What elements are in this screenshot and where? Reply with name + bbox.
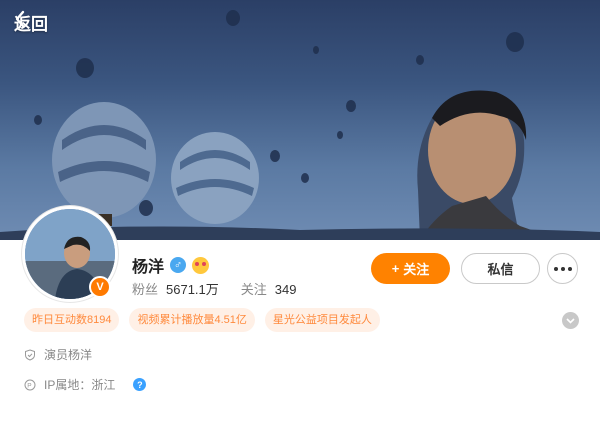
followers-value: 5671.1万 (166, 282, 219, 297)
user-name: 杨洋 (132, 259, 165, 276)
male-icon: ♂ (170, 257, 187, 273)
shield-icon (25, 348, 35, 361)
expand-button[interactable] (562, 312, 579, 329)
more-button[interactable] (547, 253, 578, 284)
tag-video-plays[interactable]: 视频累计播放量4.51亿 (129, 308, 255, 332)
profile-page: 返回 V 杨洋 ♂ 粉丝 5671.1万 关注 349 + 关注 私信 昨日互动数8… (0, 0, 600, 434)
help-icon[interactable]: ? (133, 378, 147, 391)
followers-label: 粉丝 (132, 282, 159, 297)
location-icon: P (24, 379, 36, 390)
plus-icon: + (391, 261, 400, 276)
balloon-sky-illustration (0, 10, 600, 240)
svg-text:P: P (27, 382, 31, 389)
chevron-left-icon (15, 10, 25, 28)
followers-stat[interactable]: 粉丝 5671.1万 (132, 279, 219, 298)
identity-text: 演员杨洋 (44, 348, 93, 362)
following-label: 关注 (240, 282, 267, 297)
more-icon (560, 266, 565, 271)
back-button[interactable]: 返回 (14, 10, 48, 35)
verified-badge: V (89, 276, 111, 298)
more-icon (567, 266, 572, 271)
name-row: 杨洋 ♂ (132, 253, 210, 277)
tag-list: 昨日互动数8194 视频累计播放量4.51亿 星光公益项目发起人 (24, 308, 380, 332)
following-stat[interactable]: 关注 349 (241, 279, 297, 298)
ip-location-row: P IP属地：浙江 ? (24, 376, 147, 393)
identity-row: 演员杨洋 (24, 346, 92, 363)
cover-photo: 返回 (0, 0, 600, 240)
more-icon (553, 266, 558, 271)
message-button[interactable]: 私信 (461, 253, 540, 284)
stats-row: 粉丝 5671.1万 关注 349 (132, 279, 297, 298)
ip-location-text: IP属地：浙江 (44, 378, 116, 392)
follow-label: 关注 (403, 262, 430, 277)
tag-interactions[interactable]: 昨日互动数8194 (24, 308, 120, 332)
tag-charity[interactable]: 星光公益项目发起人 (264, 308, 380, 332)
emoji-icon (192, 256, 210, 274)
chevron-down-icon (566, 317, 575, 324)
following-value: 349 (274, 282, 297, 297)
follow-button[interactable]: + 关注 (371, 253, 450, 284)
